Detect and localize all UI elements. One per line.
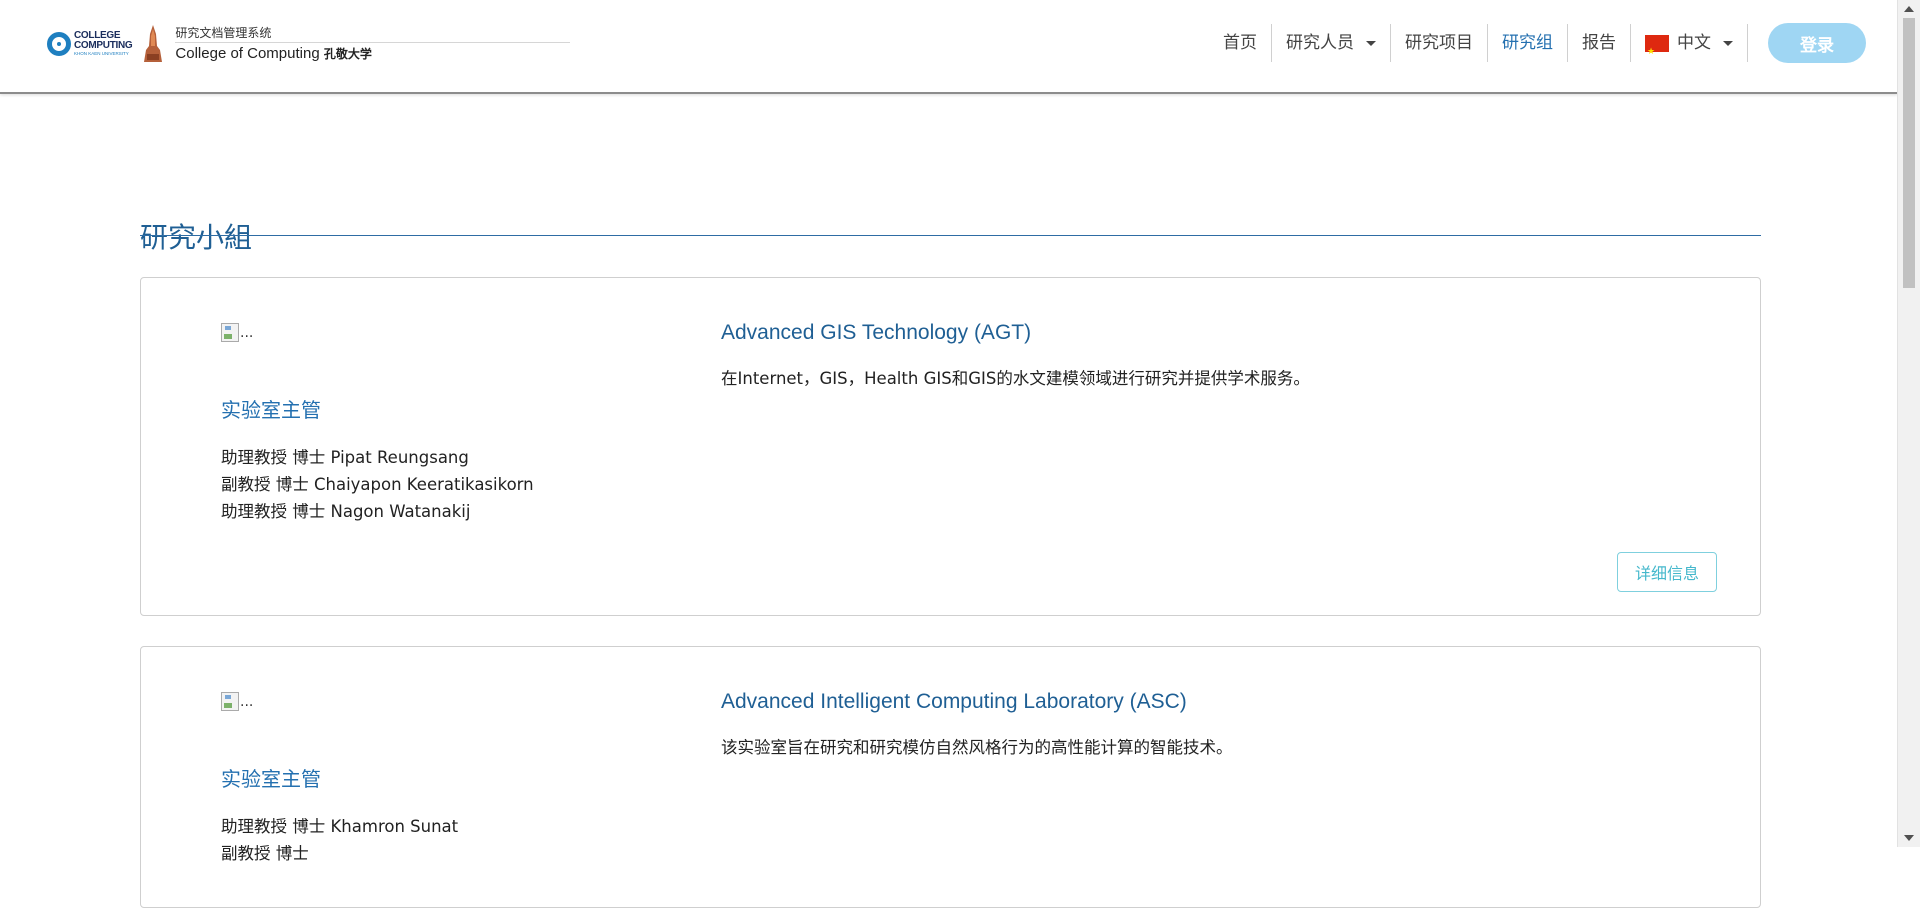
group-description: 在Internet，GIS，Health GIS和GIS的水文建模领域进行研究并…	[721, 369, 1310, 388]
nav-home[interactable]: 首页	[1209, 24, 1272, 62]
group-name: Advanced GIS Technology (AGT)	[721, 321, 1032, 344]
group-description: 该实验室旨在研究和研究模仿自然风格行为的高性能计算的智能技术。	[721, 738, 1233, 757]
member-list: 助理教授 博士 Khamron Sunat 副教授 博士	[221, 813, 458, 867]
university-name: 孔敬大学	[323, 47, 372, 61]
group-image-alt: ...	[240, 693, 254, 710]
nav-researchers-dropdown[interactable]: 研究人员	[1272, 24, 1391, 62]
member-item: 副教授 博士 Chaiyapon Keeratikasikorn	[221, 475, 534, 494]
navbar: COLLEGE COMPUTING KHON KAEN UNIVERSITY 研…	[0, 0, 1898, 94]
college-name-text: College of Computing	[175, 45, 320, 62]
language-dropdown[interactable]: 中文	[1631, 24, 1748, 71]
chevron-down-icon	[1366, 40, 1376, 46]
nav-reports[interactable]: 报告	[1568, 24, 1631, 62]
details-button[interactable]: 详细信息	[1617, 552, 1717, 592]
login-button[interactable]: 登录	[1768, 23, 1866, 63]
lab-head-heading: 实验室主管	[221, 398, 321, 422]
language-label: 中文	[1677, 33, 1711, 53]
nav-groups[interactable]: 研究组	[1488, 24, 1568, 62]
logo-text-computing: COMPUTING	[74, 40, 133, 52]
college-of-computing-logo: COLLEGE COMPUTING KHON KAEN UNIVERSITY	[47, 31, 133, 57]
kku-emblem-icon	[144, 25, 163, 62]
main-nav: 首页 研究人员 研究项目 研究组 报告 中文 登录	[1209, 22, 1898, 71]
title-divider	[140, 235, 1761, 236]
research-group-card: ... 实验室主管 助理教授 博士 Pipat Reungsang 副教授 博士…	[140, 277, 1761, 616]
system-name: 研究文档管理系统	[175, 26, 272, 40]
nav-projects-label: 研究项目	[1405, 33, 1473, 53]
college-name: College of Computing 孔敬大学	[175, 45, 570, 63]
lab-head-heading: 实验室主管	[221, 767, 321, 791]
nav-researchers-label: 研究人员	[1286, 33, 1354, 53]
nav-projects[interactable]: 研究项目	[1391, 24, 1488, 62]
member-item: 助理教授 博士 Pipat Reungsang	[221, 448, 469, 467]
nav-reports-label: 报告	[1582, 33, 1616, 53]
member-list: 助理教授 博士 Pipat Reungsang 副教授 博士 Chaiyapon…	[221, 444, 534, 525]
broken-image-icon	[221, 323, 239, 342]
member-item: 助理教授 博士 Khamron Sunat	[221, 817, 459, 836]
scroll-down-arrow-icon[interactable]	[1904, 835, 1914, 841]
research-group-card: ... 实验室主管 助理教授 博士 Khamron Sunat 副教授 博士 A…	[140, 646, 1761, 908]
scroll-thumb[interactable]	[1903, 18, 1915, 288]
broken-image-icon	[221, 692, 239, 711]
nav-groups-label: 研究组	[1502, 33, 1553, 53]
member-item: 副教授 博士	[221, 844, 309, 863]
brand[interactable]: COLLEGE COMPUTING KHON KAEN UNIVERSITY 研…	[47, 22, 571, 66]
group-image: ...	[221, 323, 253, 342]
group-image: ...	[221, 692, 253, 711]
vertical-scrollbar[interactable]	[1897, 0, 1920, 847]
logo-text-university: KHON KAEN UNIVERSITY	[74, 51, 129, 57]
group-image-alt: ...	[240, 324, 254, 341]
scroll-up-arrow-icon[interactable]	[1904, 6, 1914, 12]
member-item: 助理教授 博士 Nagon Watanakij	[221, 502, 471, 521]
brand-divider	[175, 42, 571, 43]
group-name: Advanced Intelligent Computing Laborator…	[721, 690, 1187, 713]
nav-home-label: 首页	[1223, 33, 1257, 53]
china-flag-icon	[1645, 33, 1669, 71]
cc-logo-icon	[47, 32, 71, 56]
chevron-down-icon	[1723, 40, 1733, 46]
